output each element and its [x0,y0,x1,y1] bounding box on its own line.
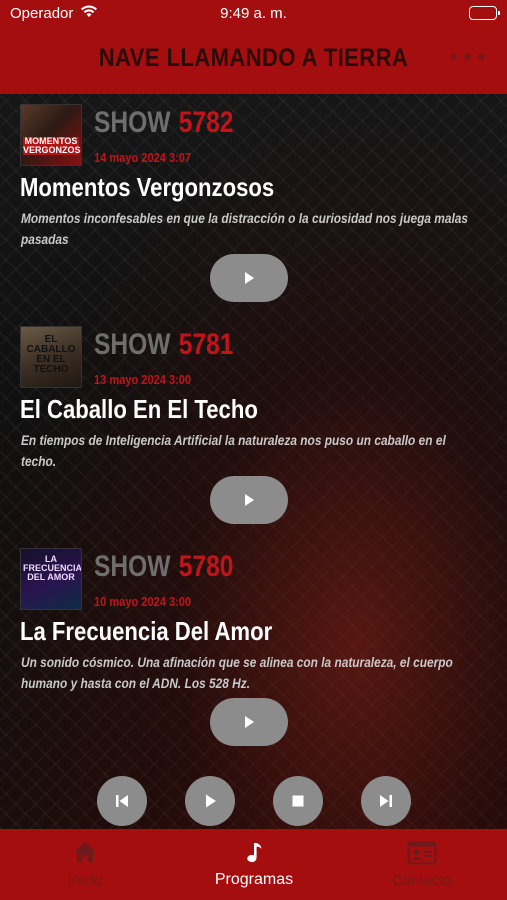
tab-bar: Inicio Programas Contacto [0,829,507,900]
episode-thumbnail[interactable]: MOMENTOS VERGONZOSOS [20,104,82,166]
stop-icon [292,795,304,807]
app-title: NAVE LLAMANDO A TIERRA [98,44,409,72]
episode-number: 5780 [178,550,234,583]
show-number: SHOW 5781 [94,328,233,362]
episode-title[interactable]: La Frecuencia Del Amor [20,616,272,647]
play-icon [245,272,254,284]
episode-description: Un sonido cósmico. Una afinación que se … [21,654,453,691]
show-label: SHOW [94,328,171,361]
skip-previous-icon [116,795,128,807]
episode-play-button[interactable] [210,476,288,524]
show-number: SHOW 5780 [94,550,233,584]
player-controls [0,770,507,830]
episode-date: 13 mayo 2024 3:00 [94,372,192,387]
episode-thumbnail[interactable]: EL CABALLO EN EL TECHO [20,326,82,388]
music-note-icon [244,841,264,869]
play-icon [245,716,254,728]
episode-number: 5782 [178,106,234,139]
show-number: SHOW 5782 [94,106,233,140]
episode-card: MOMENTOS VERGONZOSOS SHOW5782 14 mayo 20… [0,94,507,316]
more-options-icon[interactable]: ••• [447,46,489,71]
play-button[interactable] [185,776,235,826]
play-icon [245,494,254,506]
episode-play-button[interactable] [210,254,288,302]
episode-description: Momentos inconfesables en que la distrac… [21,210,469,247]
episode-thumbnail[interactable]: LA FRECUENCIA DEL AMOR [20,548,82,610]
episode-title[interactable]: Momentos Vergonzosos [20,172,274,203]
home-icon [73,841,97,867]
episode-play-button[interactable] [210,698,288,746]
episode-card: LA FRECUENCIA DEL AMOR SHOW 5780 10 mayo … [0,538,507,760]
battery-icon [469,6,500,20]
previous-button[interactable] [97,776,147,826]
episode-list[interactable]: MOMENTOS VERGONZOSOS SHOW5782 14 mayo 20… [0,94,507,829]
episode-card: EL CABALLO EN EL TECHO SHOW 5781 13 mayo … [0,316,507,538]
tab-programas[interactable]: Programas [198,829,310,900]
episode-date: 10 mayo 2024 3:00 [94,594,192,609]
skip-next-icon [380,795,392,807]
status-bar: Operador 9:49 a. m. [0,0,507,28]
tab-inicio[interactable]: Inicio [30,829,140,900]
show-label: SHOW [94,550,171,583]
episode-number: 5781 [178,328,234,361]
app-header: NAVE LLAMANDO A TIERRA ••• [0,28,507,94]
play-icon [206,794,216,808]
tab-label: Contacto [391,872,453,889]
tab-label: Programas [214,871,294,888]
next-button[interactable] [361,776,411,826]
tab-label: Inicio [67,872,103,889]
tab-contacto[interactable]: Contacto [367,829,477,900]
episode-description: En tiempos de Inteligencia Artificial la… [21,432,446,469]
show-label: SHOW [94,106,171,139]
episode-date: 14 mayo 2024 3:07 [94,150,192,165]
clock: 9:49 a. m. [220,5,287,22]
contact-card-icon [407,841,437,869]
episode-title[interactable]: El Caballo En El Techo [20,394,258,425]
stop-button[interactable] [273,776,323,826]
